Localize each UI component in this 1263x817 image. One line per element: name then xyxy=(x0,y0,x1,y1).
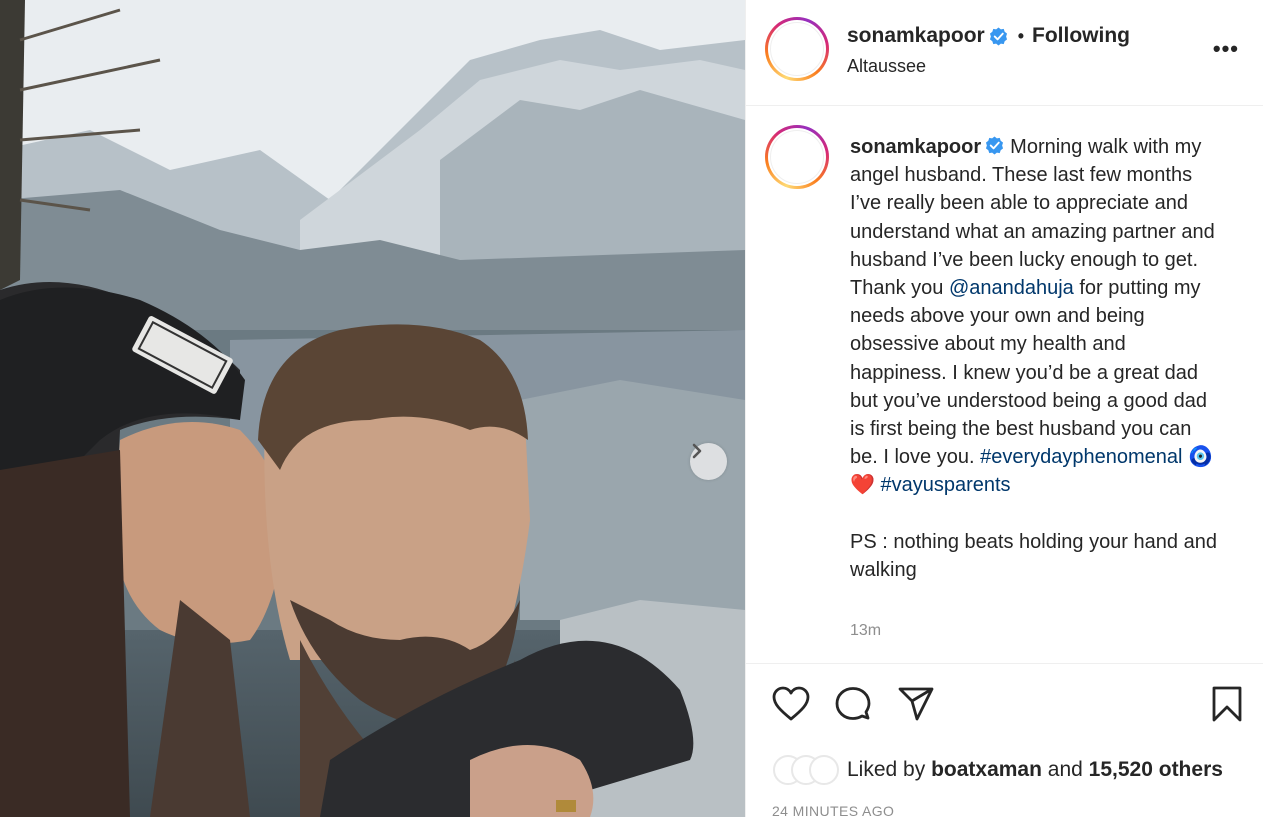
post-header: sonamkapoor • Following Altaussee ••• xyxy=(746,0,1263,106)
more-options-icon[interactable]: ••• xyxy=(1213,38,1239,60)
likes-summary: Liked by boatxaman and 15,520 others xyxy=(773,755,1223,785)
verified-badge-icon xyxy=(989,26,1008,46)
photo-scene xyxy=(0,0,745,817)
caption-ps: PS : nothing beats holding your hand and… xyxy=(850,530,1217,582)
separator-dot: • xyxy=(1017,25,1025,46)
caption-time: 13m xyxy=(850,622,882,639)
hashtag-link[interactable]: #everydayphenomenal xyxy=(980,446,1182,468)
share-icon[interactable] xyxy=(898,687,934,726)
caption-avatar-ring[interactable] xyxy=(765,125,829,189)
next-photo-button[interactable] xyxy=(690,443,727,480)
caption-avatar xyxy=(770,130,824,184)
bookmark-icon[interactable] xyxy=(1211,686,1243,727)
post-details-panel: sonamkapoor • Following Altaussee ••• so… xyxy=(745,0,1263,817)
verified-badge-icon xyxy=(985,135,1004,155)
comment-icon[interactable] xyxy=(835,686,871,727)
post-actions: Liked by boatxaman and 15,520 others 24 … xyxy=(746,663,1263,817)
post-location[interactable]: Altaussee xyxy=(847,56,926,77)
likes-count[interactable]: 15,520 others xyxy=(1089,758,1223,781)
caption-section: sonamkapoor Morning walk with my angel hu… xyxy=(746,107,1263,662)
hashtag-link[interactable]: #vayusparents xyxy=(880,474,1010,496)
post-photo[interactable] xyxy=(0,0,745,817)
caption-body-1: Morning walk with my angel husband. Thes… xyxy=(850,136,1215,300)
likes-prefix: Liked by xyxy=(847,758,926,781)
post-timestamp[interactable]: 24 MINUTES AGO xyxy=(772,803,894,817)
red-heart-emoji: ❤️ xyxy=(850,474,875,497)
caption-body-2: for putting my needs above your own and … xyxy=(850,277,1207,469)
heart-icon[interactable] xyxy=(772,686,810,727)
following-button[interactable]: Following xyxy=(1032,24,1130,48)
liker-avatar xyxy=(809,755,839,785)
avatar-story-ring[interactable] xyxy=(765,17,829,81)
evil-eye-emoji: 🧿 xyxy=(1188,446,1213,469)
avatar xyxy=(770,22,824,76)
caption-username[interactable]: sonamkapoor xyxy=(850,136,981,158)
post-username[interactable]: sonamkapoor xyxy=(847,24,985,48)
liker-username[interactable]: boatxaman xyxy=(931,758,1042,781)
likes-and: and xyxy=(1047,758,1083,781)
header-user-row: sonamkapoor • Following xyxy=(847,24,1130,48)
mention-link[interactable]: @anandahuja xyxy=(949,277,1074,299)
likes-text: Liked by boatxaman and 15,520 others xyxy=(847,758,1223,782)
caption-text: sonamkapoor Morning walk with my angel hu… xyxy=(850,133,1222,584)
